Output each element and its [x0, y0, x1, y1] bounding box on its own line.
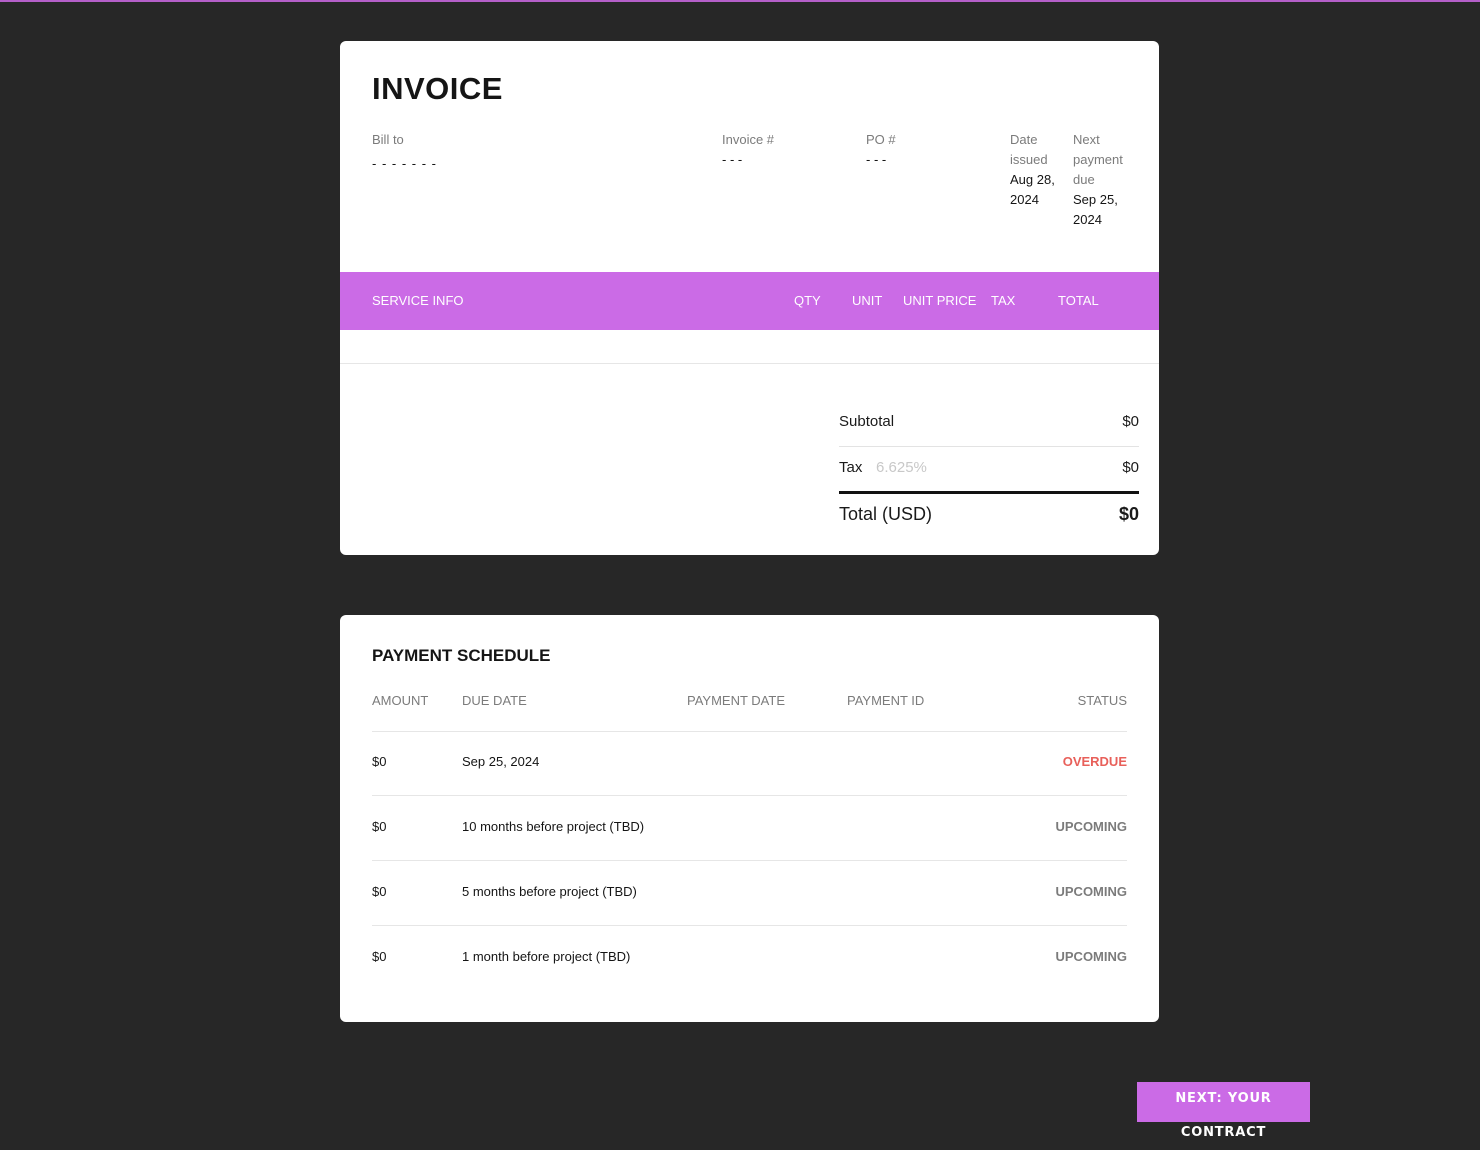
subtotal-value: $0	[1122, 413, 1139, 430]
table-row: $0 Sep 25, 2024 OVERDUE	[372, 731, 1127, 796]
po-number-label: PO #	[866, 132, 896, 147]
payment-schedule-header: AMOUNT DUE DATE PAYMENT DATE PAYMENT ID …	[372, 691, 1127, 732]
row-due-date: 1 month before project (TBD)	[462, 949, 631, 964]
next-payment-due-label: Next payment due	[1073, 132, 1123, 187]
row-due-date: 5 months before project (TBD)	[462, 884, 637, 899]
payment-schedule-card: PAYMENT SCHEDULE AMOUNT DUE DATE PAYMENT…	[340, 615, 1159, 1022]
service-table-divider	[340, 363, 1159, 364]
col-payment-id: PAYMENT ID	[847, 693, 925, 708]
po-number-value[interactable]: - - -	[866, 150, 986, 170]
subtotal-label: Subtotal	[839, 413, 895, 430]
invoice-title: INVOICE	[372, 71, 503, 106]
bill-to-label: Bill to	[372, 132, 404, 147]
date-issued-value: Aug 28, 2024	[1010, 172, 1055, 207]
payment-schedule-title: PAYMENT SCHEDULE	[372, 646, 551, 665]
tax-row: Tax 6.625% $0	[839, 447, 1139, 494]
status-badge: UPCOMING	[1055, 949, 1128, 964]
col-due-date: DUE DATE	[462, 693, 527, 708]
table-row: $0 1 month before project (TBD) UPCOMING	[372, 926, 1127, 990]
col-unit: UNIT	[852, 293, 883, 308]
table-row: $0 5 months before project (TBD) UPCOMIN…	[372, 861, 1127, 926]
invoice-number-field: Invoice # - - -	[722, 130, 842, 170]
col-total: TOTAL	[1058, 293, 1099, 308]
invoice-card: INVOICE Bill to - - - - - - - Invoice # …	[340, 41, 1159, 555]
invoice-number-value[interactable]: - - -	[722, 150, 842, 170]
service-table-header: SERVICE INFO QTY UNIT UNIT PRICE TAX TOT…	[340, 272, 1159, 330]
status-badge: OVERDUE	[1062, 754, 1127, 769]
tax-label: Tax	[839, 459, 863, 476]
total-label: Total (USD)	[839, 504, 933, 524]
col-amount: AMOUNT	[372, 693, 429, 708]
row-amount: $0	[372, 754, 387, 769]
total-row: Total (USD) $0	[839, 494, 1139, 544]
date-issued-label: Date issued	[1010, 132, 1048, 167]
tax-value: $0	[1122, 459, 1139, 476]
col-tax: TAX	[991, 293, 1016, 308]
status-badge: UPCOMING	[1055, 819, 1128, 834]
col-service-info: SERVICE INFO	[372, 293, 464, 308]
status-badge: UPCOMING	[1055, 884, 1128, 899]
next-contract-button[interactable]: NEXT: YOUR CONTRACT	[1137, 1082, 1310, 1140]
row-amount: $0	[372, 949, 387, 964]
col-status: STATUS	[1077, 693, 1127, 708]
bill-to-field: Bill to - - - - - - -	[372, 130, 672, 174]
next-payment-due-field: Next payment due Sep 25, 2024	[1073, 130, 1133, 230]
col-payment-date: PAYMENT DATE	[687, 693, 785, 708]
table-row: $0 10 months before project (TBD) UPCOMI…	[372, 796, 1127, 861]
row-due-date: Sep 25, 2024	[462, 754, 540, 769]
tax-rate: 6.625%	[876, 459, 927, 476]
po-number-field: PO # - - -	[866, 130, 986, 170]
row-due-date: 10 months before project (TBD)	[462, 819, 645, 834]
subtotal-row: Subtotal $0	[839, 401, 1139, 447]
total-value: $0	[1118, 504, 1139, 524]
row-amount: $0	[372, 819, 387, 834]
bill-to-value[interactable]: - - - - - - -	[372, 154, 672, 174]
next-payment-due-value: Sep 25, 2024	[1073, 192, 1118, 227]
date-issued-field: Date issued Aug 28, 2024	[1010, 130, 1058, 210]
col-unit-price: UNIT PRICE	[903, 293, 977, 308]
col-qty: QTY	[794, 293, 821, 308]
top-accent-line	[0, 0, 1480, 2]
invoice-number-label: Invoice #	[722, 132, 775, 147]
row-amount: $0	[372, 884, 387, 899]
totals-summary: Subtotal $0 Tax 6.625% $0 Total (USD) $0	[839, 401, 1139, 544]
